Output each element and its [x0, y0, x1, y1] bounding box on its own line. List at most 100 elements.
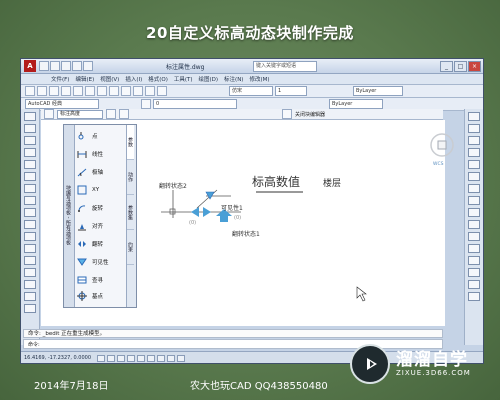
viewcube[interactable]	[427, 130, 457, 160]
autocad-logo-icon[interactable]: A	[24, 60, 36, 72]
fillet-tool-icon[interactable]	[468, 280, 480, 289]
polyline-tool-icon[interactable]	[24, 124, 36, 133]
grid-toggle[interactable]	[107, 355, 115, 362]
new-icon[interactable]	[39, 61, 49, 71]
stretch-tool-icon[interactable]	[468, 208, 480, 217]
ellipse-tool-icon[interactable]	[24, 208, 36, 217]
palette-item-lookup[interactable]: 查寻	[76, 275, 103, 285]
layer-select[interactable]: 0	[153, 99, 237, 109]
elevation-value-text[interactable]: 标高数值	[252, 173, 300, 190]
menu-file[interactable]: 文件(F)	[51, 75, 69, 83]
redo-tool-icon[interactable]	[133, 86, 143, 96]
palette-item-basepoint[interactable]: 基点	[76, 291, 103, 301]
hatch-tool-icon[interactable]	[24, 256, 36, 265]
minimize-button[interactable]: _	[440, 61, 453, 72]
gradient-tool-icon[interactable]	[24, 268, 36, 277]
edit-block-icon[interactable]	[44, 109, 54, 119]
palette-title-strip[interactable]: 块编写选项板 - 所有选项板	[64, 125, 75, 307]
make-block-icon[interactable]	[24, 232, 36, 241]
new-file-icon[interactable]	[25, 86, 35, 96]
menu-modify[interactable]: 修改(M)	[249, 75, 269, 83]
otrack-toggle[interactable]	[147, 355, 155, 362]
ortho-toggle[interactable]	[117, 355, 125, 362]
mirror-tool-icon[interactable]	[468, 136, 480, 145]
search-input[interactable]: 键入关键字或短语	[253, 61, 317, 72]
rectangle-tool-icon[interactable]	[24, 148, 36, 157]
undo-tool-icon[interactable]	[121, 86, 131, 96]
palette-item-rotation[interactable]: 旋转	[76, 203, 103, 213]
match-icon[interactable]	[109, 86, 119, 96]
print-icon[interactable]	[61, 86, 71, 96]
revcloud-tool-icon[interactable]	[24, 184, 36, 193]
mtext-tool-icon[interactable]	[24, 304, 36, 313]
undo-icon[interactable]	[72, 61, 82, 71]
rotate-tool-icon[interactable]	[468, 184, 480, 193]
move-tool-icon[interactable]	[468, 172, 480, 181]
palette-item-point[interactable]: 点	[76, 131, 98, 141]
dyn-toggle[interactable]	[167, 355, 175, 362]
copy-icon[interactable]	[85, 86, 95, 96]
menu-format[interactable]: 格式(O)	[148, 75, 168, 83]
trim-tool-icon[interactable]	[468, 220, 480, 229]
menu-draw[interactable]: 绘图(D)	[199, 75, 219, 83]
floor-text[interactable]: 楼层	[323, 176, 341, 189]
block-name-field[interactable]: 标注高度	[57, 109, 103, 119]
scale-tool-icon[interactable]	[468, 196, 480, 205]
flip-state-1-label[interactable]: 翻转状态1	[232, 229, 260, 238]
test-block-icon[interactable]	[119, 109, 129, 119]
point-tool-icon[interactable]	[24, 244, 36, 253]
array-tool-icon[interactable]	[468, 160, 480, 169]
menu-dimension[interactable]: 标注(N)	[224, 75, 243, 83]
palette-item-polar[interactable]: 极轴	[76, 167, 103, 177]
close-block-editor-button[interactable]: 关闭块编辑器	[295, 111, 325, 118]
polar-toggle[interactable]	[127, 355, 135, 362]
text-style-select[interactable]: 仿宋	[229, 86, 273, 96]
polygon-tool-icon[interactable]	[24, 136, 36, 145]
join-tool-icon[interactable]	[468, 256, 480, 265]
snap-toggle[interactable]	[97, 355, 105, 362]
palette-item-flip[interactable]: 翻转	[76, 239, 103, 249]
menu-insert[interactable]: 插入(I)	[125, 75, 142, 83]
save-file-icon[interactable]	[49, 86, 59, 96]
osnap-toggle[interactable]	[137, 355, 145, 362]
palette-item-linear[interactable]: 线性	[76, 149, 103, 159]
explode-tool-icon[interactable]	[468, 292, 480, 301]
line-tool-icon[interactable]	[24, 112, 36, 121]
insert-block-icon[interactable]	[24, 220, 36, 229]
palette-item-xy[interactable]: XY	[76, 185, 99, 195]
save-icon[interactable]	[61, 61, 71, 71]
menu-view[interactable]: 视图(V)	[100, 75, 119, 83]
menu-tools[interactable]: 工具(T)	[174, 75, 193, 83]
text-height-select[interactable]: 1	[275, 86, 307, 96]
circle-tool-icon[interactable]	[24, 172, 36, 181]
tab-parameter-sets[interactable]: 参数集	[127, 195, 134, 230]
cut-icon[interactable]	[73, 86, 83, 96]
copy-tool-icon[interactable]	[468, 124, 480, 133]
zoom-icon[interactable]	[157, 86, 167, 96]
close-button[interactable]: ×	[468, 61, 481, 72]
tab-constraints[interactable]: 约束	[127, 230, 134, 265]
workspace-select[interactable]: AutoCAD 经典	[25, 99, 99, 109]
maximize-button[interactable]: □	[454, 61, 467, 72]
save-block-icon[interactable]	[106, 109, 116, 119]
table-tool-icon[interactable]	[24, 292, 36, 301]
menu-edit[interactable]: 编辑(E)	[75, 75, 94, 83]
flip-state-2-label[interactable]: 翻转状态2	[159, 181, 187, 190]
palette-item-visibility[interactable]: 可见性	[76, 257, 109, 267]
lwt-toggle[interactable]	[177, 355, 185, 362]
region-tool-icon[interactable]	[24, 280, 36, 289]
pan-icon[interactable]	[145, 86, 155, 96]
linetype-select[interactable]: ByLayer	[329, 99, 383, 109]
arc-tool-icon[interactable]	[24, 160, 36, 169]
layer-manager-icon[interactable]	[141, 99, 151, 109]
erase-tool-icon[interactable]	[468, 112, 480, 121]
wcs-label[interactable]: WCS	[433, 162, 443, 167]
tab-actions[interactable]: 动作	[127, 160, 134, 195]
coordinate-readout[interactable]: 16.4169, -17.2327, 0.0000	[24, 355, 91, 361]
extend-tool-icon[interactable]	[468, 232, 480, 241]
spline-tool-icon[interactable]	[24, 196, 36, 205]
open-icon[interactable]	[50, 61, 60, 71]
offset-tool-icon[interactable]	[468, 148, 480, 157]
chamfer-tool-icon[interactable]	[468, 268, 480, 277]
open-file-icon[interactable]	[37, 86, 47, 96]
